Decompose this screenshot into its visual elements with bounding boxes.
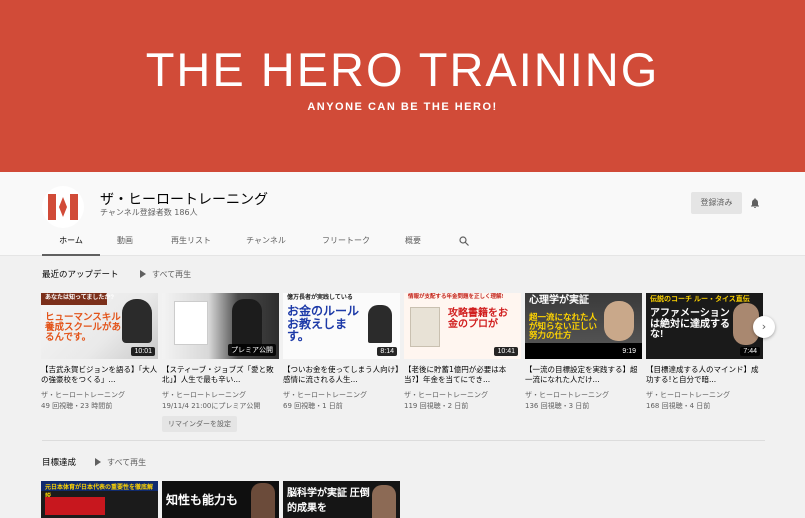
video-channel[interactable]: ザ・ヒーロートレーニング	[525, 390, 642, 400]
video-duration: 8:14	[377, 347, 397, 356]
video-title[interactable]: 【吉武永賀ビジョンを語る】「大人の強豪校をつくる」...	[41, 365, 158, 387]
thumb-caption-main: 知性も能力も	[166, 493, 239, 507]
video-thumbnail[interactable]: 億万長者が実践している お金のルールお教えします。 8:14	[283, 293, 400, 359]
video-duration: 10:41	[494, 347, 518, 356]
thumb-caption-top: 情報が支配する年金問題を正しく理解!	[408, 294, 504, 300]
video-card[interactable]: あなたは知ってましたか? ヒューマンスキル養成スクールがあるんです。 10:01…	[41, 293, 158, 411]
video-duration: 10:01	[131, 347, 155, 356]
video-thumbnail[interactable]: 伝説のコーチ ルー・タイス直伝 アファメーションは絶対に達成するな! 7:44	[646, 293, 763, 359]
tab-channels[interactable]: チャンネル	[238, 230, 294, 256]
video-thumbnail[interactable]: 情報が支配する年金問題を正しく理解! 攻略書籍をお金のプロが 10:41	[404, 293, 521, 359]
video-card[interactable]: 情報が支配する年金問題を正しく理解! 攻略書籍をお金のプロが 10:41 【老後…	[404, 293, 521, 411]
channel-name: ザ・ヒーロートレーニング	[100, 192, 268, 208]
video-thumbnail[interactable]: 知性も能力も	[162, 481, 279, 518]
logo-bar-left	[48, 194, 56, 220]
thumb-person	[604, 301, 634, 341]
banner-subtitle: ANYONE CAN BE THE HERO!	[307, 101, 498, 113]
video-card[interactable]: プレミア公開 【スティーブ・ジョブズ「愛と敗北」】人生で最も辛い... ザ・ヒー…	[162, 293, 279, 432]
video-title[interactable]: 【ついお金を使ってしまう人向け】感情に流される人生...	[283, 365, 400, 387]
video-title[interactable]: 【目標達成する人のマインド】成功する!と自分で暗...	[646, 365, 763, 387]
tab-videos[interactable]: 動画	[106, 230, 144, 256]
thumb-book	[410, 307, 440, 347]
thumb-person	[122, 299, 152, 343]
subscribed-button[interactable]: 登録済み	[691, 192, 742, 214]
video-channel[interactable]: ザ・ヒーロートレーニング	[283, 390, 400, 400]
play-all-goal[interactable]: すべて再生	[95, 457, 146, 468]
thumb-caption-main: お金のルールお教えします。	[287, 304, 360, 344]
premiere-badge: プレミア公開	[228, 344, 276, 356]
video-channel[interactable]: ザ・ヒーロートレーニング	[162, 390, 279, 400]
section-title-recent: 最近のアップデート	[42, 270, 119, 280]
chevron-right-icon: ›	[761, 320, 767, 333]
carousel-next-button[interactable]: ›	[753, 316, 775, 338]
video-title[interactable]: 【一流の目標設定を実践する】超一流になれた人だけ...	[525, 365, 642, 387]
tab-home[interactable]: ホーム	[42, 230, 100, 256]
thumb-caption-main: 攻略書籍をお金のプロが	[448, 308, 508, 330]
thumb-caption-main: ヒューマンスキル養成スクールがあるんです。	[45, 312, 122, 343]
video-thumbnail[interactable]: 心理学が実証 超一流になれた人が知らない正しい努力の仕方 9:19	[525, 293, 642, 359]
play-icon	[95, 458, 101, 466]
logo-diamond	[59, 197, 67, 217]
thumb-person	[251, 483, 275, 518]
thumb-caption-main: アファメーションは絶対に達成するな!	[650, 308, 730, 340]
thumb-person	[368, 305, 392, 343]
thumb-book	[174, 301, 208, 345]
video-title[interactable]: 【スティーブ・ジョブズ「愛と敗北」】人生で最も辛い...	[162, 365, 279, 387]
banner-title: THE HERO TRAINING	[145, 43, 660, 96]
tab-about[interactable]: 概要	[398, 230, 428, 256]
video-title[interactable]: 【老後に貯蓄1億円が必要は本当?】年金を当てにでき...	[404, 365, 521, 387]
play-icon	[140, 270, 146, 278]
play-all-label: すべて再生	[107, 458, 147, 467]
bell-icon[interactable]	[749, 197, 761, 209]
video-card[interactable]: 伝説のコーチ ルー・タイス直伝 アファメーションは絶対に達成するな! 7:44 …	[646, 293, 763, 411]
video-meta: 119 回視聴・2 日前	[404, 402, 469, 410]
thumb-caption-top: 億万長者が実践している	[287, 295, 353, 301]
channel-banner: THE HERO TRAINING ANYONE CAN BE THE HERO…	[0, 0, 805, 172]
video-meta: 19/11/4 21:00にプレミア公開	[162, 402, 261, 410]
play-all-label: すべて再生	[152, 270, 192, 279]
video-duration: 7:44	[740, 347, 760, 356]
video-card[interactable]: 億万長者が実践している お金のルールお教えします。 8:14 【ついお金を使って…	[283, 293, 400, 411]
video-channel[interactable]: ザ・ヒーロートレーニング	[404, 390, 521, 400]
video-duration: 9:19	[619, 347, 639, 356]
logo-bar-right	[70, 194, 78, 220]
tab-free-talk[interactable]: フリートーク	[312, 230, 380, 256]
channel-avatar[interactable]	[42, 186, 84, 228]
thumb-red-block	[45, 497, 105, 515]
video-card[interactable]: 心理学が実証 超一流になれた人が知らない正しい努力の仕方 9:19 【一流の目標…	[525, 293, 642, 411]
section-title-goal: 目標達成	[42, 458, 77, 468]
play-all-recent[interactable]: すべて再生	[140, 269, 191, 280]
video-thumbnail[interactable]: 脳科学が実証 圧倒的成果を	[283, 481, 400, 518]
video-meta: 69 回視聴・1 日前	[283, 402, 343, 410]
thumb-caption-main: 超一流になれた人が知らない正しい努力の仕方	[529, 312, 598, 340]
video-thumbnail[interactable]: プレミア公開	[162, 293, 279, 359]
video-thumbnail[interactable]: あなたは知ってましたか? ヒューマンスキル養成スクールがあるんです。 10:01	[41, 293, 158, 359]
tab-playlists[interactable]: 再生リスト	[160, 230, 222, 256]
section-divider	[42, 440, 765, 441]
search-icon[interactable]	[458, 235, 470, 247]
subscriber-count: チャンネル登録者数 186人	[100, 208, 198, 217]
video-meta: 49 回視聴・23 時間前	[41, 402, 113, 410]
video-thumbnail[interactable]: 元日本体育が日本代表の重要性を徹底解説	[41, 481, 158, 518]
thumb-caption-main: 脳科学が実証 圧倒的成果を	[287, 488, 370, 514]
set-reminder-button[interactable]: リマインダーを設定	[162, 416, 237, 432]
video-channel[interactable]: ザ・ヒーロートレーニング	[41, 390, 158, 400]
thumb-person	[372, 485, 396, 518]
video-channel[interactable]: ザ・ヒーロートレーニング	[646, 390, 763, 400]
video-meta: 136 回視聴・3 日前	[525, 402, 590, 410]
video-meta: 168 回視聴・4 日前	[646, 402, 711, 410]
